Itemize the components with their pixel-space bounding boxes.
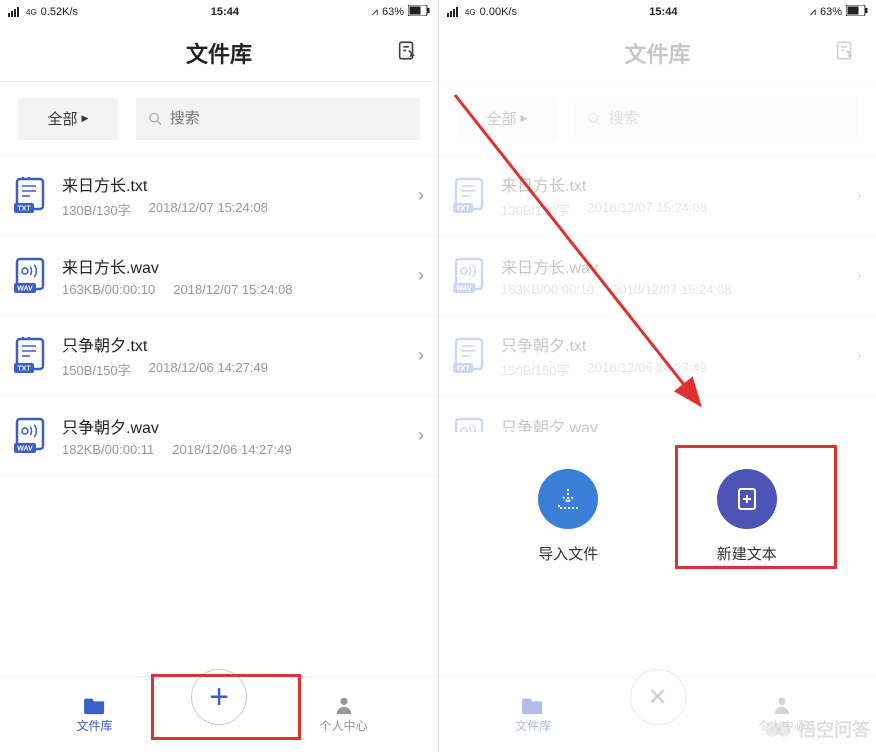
- nav-file-lib[interactable]: 文件库: [0, 695, 189, 734]
- chevron-right-icon: ›: [418, 185, 424, 206]
- signal-label: 4G: [465, 8, 476, 17]
- page-header: 文件库: [0, 24, 438, 82]
- file-info: 只争朝夕.txt 150B/150字 2018/12/06 14:27:49: [62, 332, 404, 379]
- close-icon: ✕: [647, 683, 667, 712]
- import-file-button[interactable]: 导入文件: [538, 469, 598, 564]
- file-item[interactable]: TXT 只争朝夕.txt 150B/150字 2018/12/06 14:27:4…: [0, 316, 438, 396]
- txt-file-icon: TXT: [14, 177, 48, 215]
- file-size: 163KB/00:00:10: [62, 282, 155, 297]
- folder-icon: [522, 695, 544, 715]
- search-icon: [148, 111, 162, 126]
- file-item[interactable]: TXT 来日方长.txt 130B/130字 2018/12/07 15:24:0…: [0, 156, 438, 236]
- right-screen: 4G 0.00K/s 15:44 ⩘ 63% 文件库 全部 ▶: [438, 0, 876, 752]
- battery-percent: 63%: [820, 6, 842, 18]
- watermark-text: 悟空问答: [798, 716, 870, 742]
- battery-icon: [408, 5, 430, 19]
- status-bar: 4G 0.00K/s 15:44 ⩘ 63%: [439, 0, 876, 24]
- chevron-right-icon: ›: [418, 265, 424, 286]
- mute-icon: ⩘: [810, 6, 816, 19]
- nav-profile[interactable]: 个人中心: [249, 695, 438, 734]
- folder-icon: [84, 695, 106, 715]
- file-name: 来日方长.txt: [62, 172, 404, 196]
- file-date: 2018/12/07 15:24:08: [173, 282, 292, 297]
- nav-label: 文件库: [515, 717, 551, 734]
- file-date: 2018/12/07 15:24:08: [149, 200, 268, 219]
- chevron-right-icon: ›: [418, 345, 424, 366]
- svg-text:TXT: TXT: [17, 365, 31, 372]
- triangle-icon: ▶: [82, 113, 89, 124]
- signal-label: 4G: [26, 8, 37, 17]
- edit-icon[interactable]: [396, 39, 418, 66]
- signal-icon: [8, 5, 22, 20]
- txt-file-icon: TXT: [14, 337, 48, 375]
- battery-icon: [846, 5, 868, 19]
- new-text-icon: [717, 469, 777, 529]
- search-input[interactable]: [170, 110, 408, 127]
- action-label: 新建文本: [717, 543, 777, 564]
- person-icon: [333, 695, 355, 715]
- file-info: 来日方长.wav 163KB/00:00:10 2018/12/07 15:24:…: [62, 254, 404, 297]
- person-icon: [771, 695, 793, 715]
- search-box[interactable]: [136, 98, 420, 140]
- plus-icon: +: [209, 680, 229, 714]
- nav-label: 个人中心: [319, 717, 367, 734]
- file-info: 来日方长.txt 130B/130字 2018/12/07 15:24:08: [62, 172, 404, 219]
- file-list: TXT 来日方长.txt 130B/130字 2018/12/07 15:24:0…: [0, 156, 438, 676]
- status-time: 15:44: [211, 6, 239, 18]
- filter-all-button[interactable]: 全部 ▶: [18, 98, 118, 140]
- file-item[interactable]: WAV 只争朝夕.wav 182KB/00:00:11 2018/12/06 14…: [0, 396, 438, 476]
- chevron-right-icon: ›: [418, 425, 424, 446]
- bottom-nav: 文件库 个人中心 +: [0, 676, 438, 752]
- nav-file-lib[interactable]: 文件库: [439, 695, 628, 734]
- file-date: 2018/12/06 14:27:49: [149, 360, 268, 379]
- action-label: 导入文件: [538, 543, 598, 564]
- fab-add-button[interactable]: +: [191, 669, 247, 725]
- svg-text:WAV: WAV: [17, 445, 33, 452]
- file-info: 只争朝夕.wav 182KB/00:00:11 2018/12/06 14:27:…: [62, 414, 404, 457]
- signal-icon: [447, 5, 461, 20]
- svg-text:WAV: WAV: [17, 285, 33, 292]
- nav-label: 文件库: [76, 717, 112, 734]
- watermark-icon: [764, 720, 792, 738]
- status-bar: 4G 0.52K/s 15:44 ⩘ 63%: [0, 0, 438, 24]
- page-title: 文件库: [186, 37, 252, 69]
- left-screen: 4G 0.52K/s 15:44 ⩘ 63% 文件库 全部 ▶ TXT 来日方长…: [0, 0, 438, 752]
- watermark: 悟空问答: [764, 716, 870, 742]
- mute-icon: ⩘: [372, 6, 378, 19]
- new-text-button[interactable]: 新建文本: [717, 469, 777, 564]
- file-size: 182KB/00:00:11: [62, 442, 154, 457]
- file-item[interactable]: WAV 来日方长.wav 163KB/00:00:10 2018/12/07 15…: [0, 236, 438, 316]
- battery-percent: 63%: [382, 6, 404, 18]
- network-speed: 0.00K/s: [480, 6, 517, 18]
- import-icon: [538, 469, 598, 529]
- file-size: 150B/150字: [62, 360, 131, 379]
- filter-label: 全部: [48, 108, 78, 129]
- file-date: 2018/12/06 14:27:49: [172, 442, 291, 457]
- file-name: 只争朝夕.txt: [62, 332, 404, 356]
- action-popup: 导入文件 新建文本: [439, 432, 876, 600]
- file-name: 只争朝夕.wav: [62, 414, 404, 438]
- file-size: 130B/130字: [62, 200, 131, 219]
- svg-text:TXT: TXT: [17, 205, 31, 212]
- wav-file-icon: WAV: [14, 257, 48, 295]
- status-time: 15:44: [649, 6, 677, 18]
- network-speed: 0.52K/s: [41, 6, 78, 18]
- wav-file-icon: WAV: [14, 417, 48, 455]
- filter-bar: 全部 ▶: [0, 82, 438, 156]
- file-name: 来日方长.wav: [62, 254, 404, 278]
- fab-close-button[interactable]: ✕: [630, 669, 686, 725]
